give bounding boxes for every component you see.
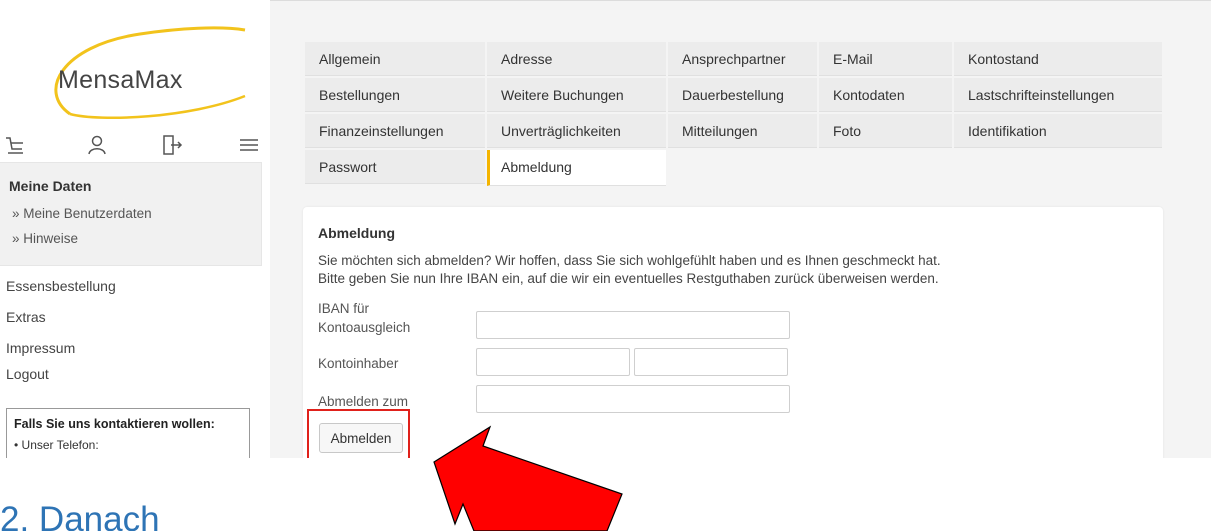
tab-bestellungen[interactable]: Bestellungen	[305, 78, 485, 112]
kontoinhaber-first-input[interactable]	[476, 348, 630, 376]
tab-kontodaten[interactable]: Kontodaten	[819, 78, 952, 112]
form-text-line-1: Sie möchten sich abmelden? Wir hoffen, d…	[318, 253, 941, 268]
tab-dauerbestellung[interactable]: Dauerbestellung	[668, 78, 817, 112]
tab-allgemein[interactable]: Allgemein	[305, 42, 485, 76]
meine-daten-section: Meine Daten » Meine Benutzerdaten » Hinw…	[0, 162, 262, 266]
tab-unvertraeglichkeiten[interactable]: Unverträglichkeiten	[487, 114, 666, 148]
sidebar-item-meine-benutzerdaten[interactable]: » Meine Benutzerdaten	[12, 206, 152, 221]
abmelden-zum-input[interactable]	[476, 385, 790, 413]
iban-label: IBAN für Kontoausgleich	[318, 299, 410, 337]
main-content: Allgemein Adresse Ansprechpartner E-Mail…	[270, 0, 1211, 458]
tab-adresse[interactable]: Adresse	[487, 42, 666, 76]
app-window: MensaMax Meine Daten » Meine Benutzerdat…	[0, 0, 1211, 458]
user-icon[interactable]	[86, 134, 108, 156]
tab-email[interactable]: E-Mail	[819, 42, 952, 76]
sidebar: MensaMax Meine Daten » Meine Benutzerdat…	[0, 0, 270, 458]
form-text-line-2: Bitte geben Sie nun Ihre IBAN ein, auf d…	[318, 271, 939, 286]
kontoinhaber-label: Kontoinhaber	[318, 356, 399, 371]
tab-abmeldung[interactable]: Abmeldung	[487, 150, 666, 186]
section-title[interactable]: Meine Daten	[9, 178, 91, 194]
tab-foto[interactable]: Foto	[819, 114, 952, 148]
contact-box: Falls Sie uns kontaktieren wollen: • Uns…	[6, 408, 250, 458]
tab-identifikation[interactable]: Identifikation	[954, 114, 1162, 148]
tab-kontostand[interactable]: Kontostand	[954, 42, 1162, 76]
partial-heading: 2. Danach	[0, 500, 160, 531]
tab-finanzeinstellungen[interactable]: Finanzeinstellungen	[305, 114, 485, 148]
sidebar-item-hinweise[interactable]: » Hinweise	[12, 231, 78, 246]
form-title: Abmeldung	[318, 225, 395, 241]
menu-icon[interactable]	[238, 134, 260, 156]
highlight-box	[307, 409, 410, 458]
iban-input[interactable]	[476, 311, 790, 339]
sidebar-item-extras[interactable]: Extras	[6, 309, 46, 325]
tab-mitteilungen[interactable]: Mitteilungen	[668, 114, 817, 148]
kontoinhaber-last-input[interactable]	[634, 348, 788, 376]
tab-lastschrifteinstellungen[interactable]: Lastschrifteinstellungen	[954, 78, 1162, 112]
contact-title: Falls Sie uns kontaktieren wollen:	[14, 417, 215, 431]
logo-text: MensaMax	[58, 66, 183, 94]
tab-passwort[interactable]: Passwort	[305, 150, 485, 184]
iban-label-line-1: IBAN für	[318, 301, 370, 316]
sidebar-item-essensbestellung[interactable]: Essensbestellung	[6, 278, 116, 294]
abmeldung-form-card: Abmeldung Sie möchten sich abmelden? Wir…	[303, 207, 1163, 458]
contact-phone-line: • Unser Telefon:	[14, 438, 99, 452]
iban-label-line-2: Kontoausgleich	[318, 320, 411, 335]
logout-door-icon[interactable]	[161, 134, 183, 156]
tab-ansprechpartner[interactable]: Ansprechpartner	[668, 42, 817, 76]
sidebar-item-logout[interactable]: Logout	[6, 366, 49, 382]
tab-weitere-buchungen[interactable]: Weitere Buchungen	[487, 78, 666, 112]
sidebar-item-impressum[interactable]: Impressum	[6, 340, 75, 356]
cart-icon[interactable]	[4, 134, 26, 156]
